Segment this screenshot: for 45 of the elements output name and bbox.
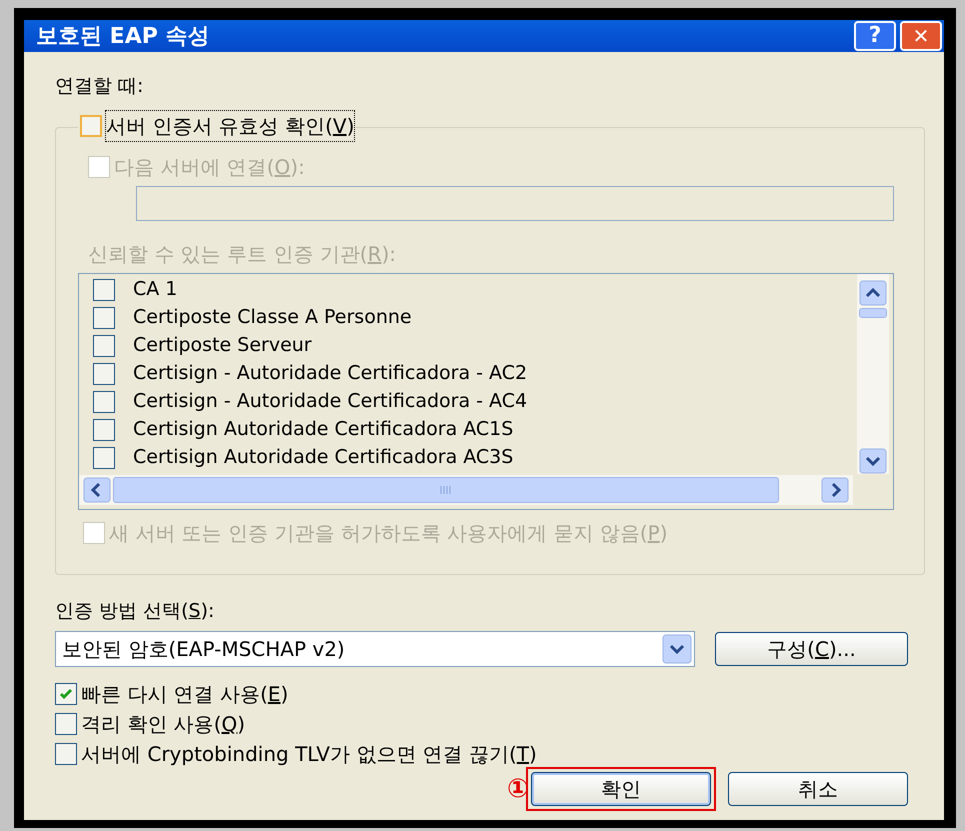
check-icon: [58, 686, 74, 702]
auth-method-dropdown[interactable]: 보안된 암호(EAP-MSCHAP v2): [55, 631, 695, 667]
checkbox[interactable]: [93, 390, 115, 412]
checkbox[interactable]: [93, 278, 115, 300]
section-label: 연결할 때:: [55, 74, 144, 99]
checkbox[interactable]: [80, 114, 102, 136]
dialog-button[interactable]: 취소: [728, 772, 908, 806]
checkbox[interactable]: [93, 362, 115, 384]
dialog-button[interactable]: 확인: [531, 772, 711, 806]
scroll-right-icon[interactable]: [821, 476, 849, 502]
certificate-item[interactable]: Certiposte Classe A Personne: [93, 304, 857, 332]
checkbox[interactable]: [93, 306, 115, 328]
checkbox[interactable]: [55, 743, 77, 765]
certificate-item[interactable]: Certisign Autoridade Certificadora AC1S: [93, 416, 857, 444]
vertical-scrollbar[interactable]: [857, 274, 889, 474]
certificate-item[interactable]: Certiposte Serveur: [93, 332, 857, 360]
certificate-item[interactable]: Certisign Autoridade Certificadora AC3S: [93, 444, 857, 472]
certificate-item[interactable]: Certisign - Autoridade Certificadora - AC2: [93, 360, 857, 388]
scroll-thumb[interactable]: [113, 476, 779, 502]
grip-icon: [439, 484, 453, 494]
option-checkbox[interactable]: 격리 확인 사용(Q): [55, 711, 913, 737]
root-ca-label: 신뢰할 수 있는 루트 인증 기관(R):: [88, 240, 398, 268]
option-checkbox[interactable]: 빠른 다시 연결 사용(E): [55, 681, 913, 707]
dropdown-icon[interactable]: [662, 634, 692, 664]
scroll-up-icon[interactable]: [859, 280, 887, 306]
checkbox[interactable]: [93, 446, 115, 468]
checkbox[interactable]: [55, 713, 77, 735]
checkbox[interactable]: [93, 418, 115, 440]
certificate-list[interactable]: [78, 272, 894, 510]
option-checkbox[interactable]: 서버에 Cryptobinding TLV가 없으면 연결 끊기(T): [55, 741, 913, 767]
scroll-thumb[interactable]: [859, 308, 887, 318]
certificate-item[interactable]: CA 1: [93, 276, 857, 304]
window-title: 보호된 EAP 속성: [36, 22, 210, 50]
close-button[interactable]: ✕: [900, 21, 942, 51]
scroll-left-icon[interactable]: [83, 476, 111, 502]
help-button[interactable]: ?: [854, 21, 896, 51]
auth-method-label: 인증 방법 선택(S):: [55, 598, 216, 624]
certificate-item[interactable]: Certisign - Autoridade Certificadora - AC4: [93, 388, 857, 416]
validate-certificate-checkbox[interactable]: 서버 인증서 유효성 확인(V): [78, 110, 356, 140]
configure-button[interactable]: 구성(C)...: [715, 632, 908, 666]
checkbox[interactable]: [93, 334, 115, 356]
checkbox[interactable]: [55, 683, 77, 705]
server-name-field[interactable]: [136, 186, 894, 220]
scroll-down-icon[interactable]: [859, 448, 887, 474]
horizontal-scrollbar[interactable]: [79, 474, 853, 504]
